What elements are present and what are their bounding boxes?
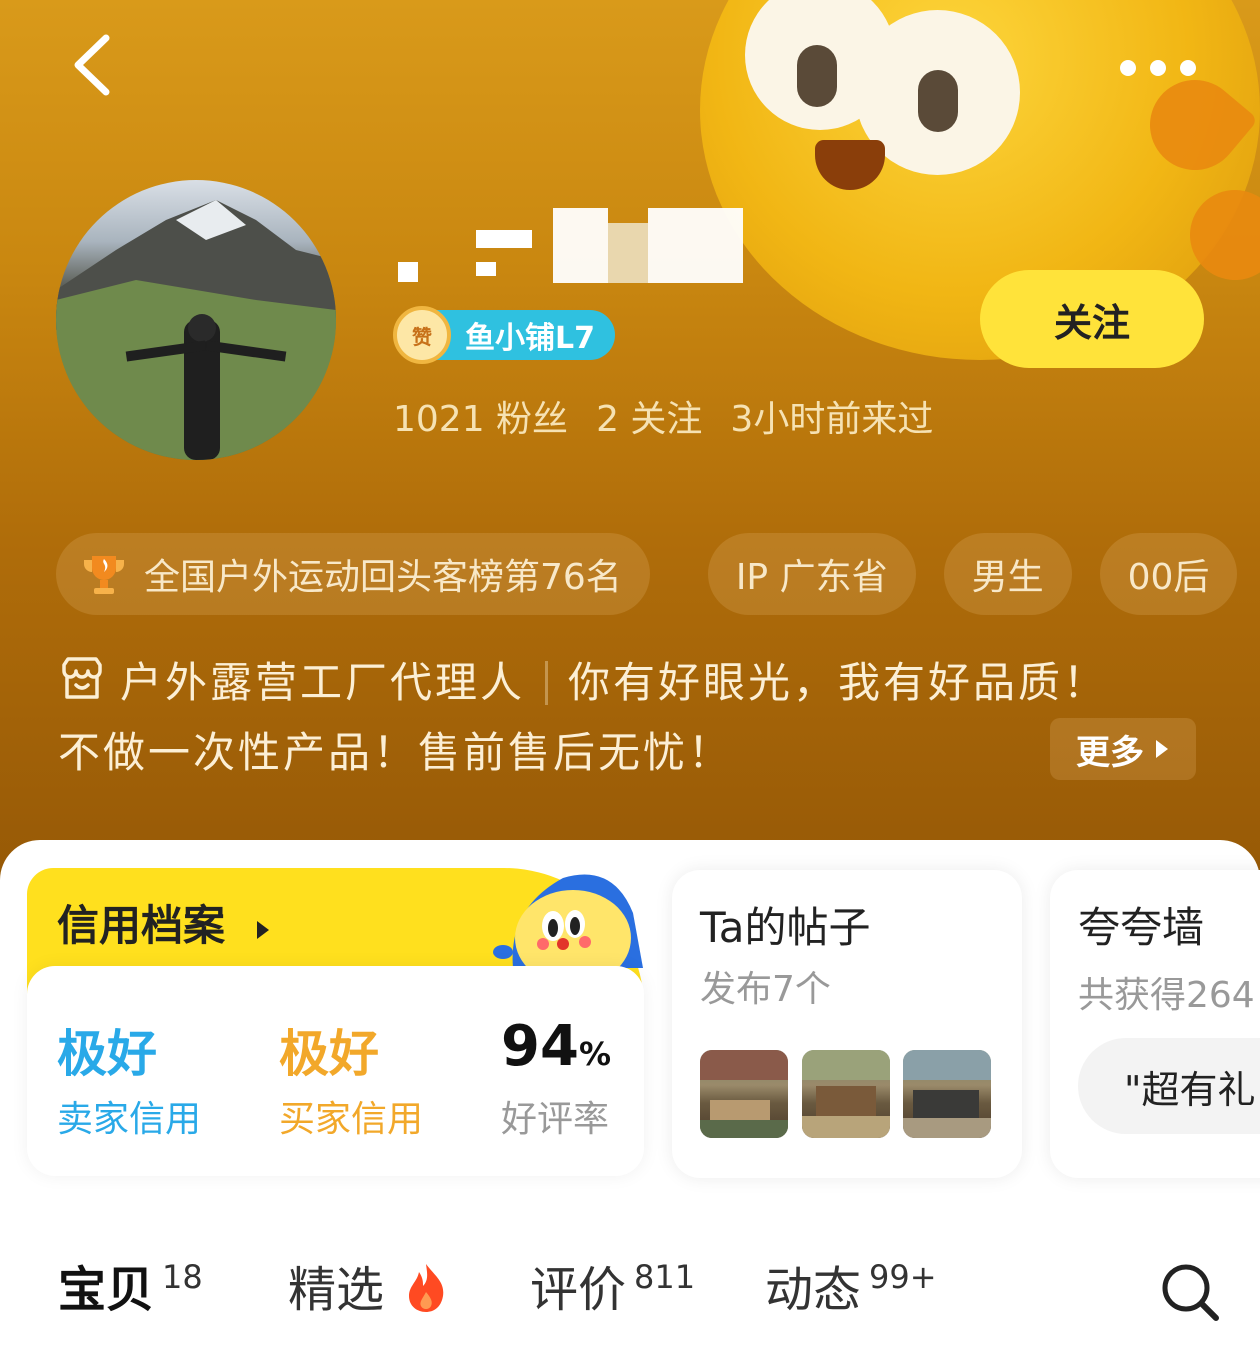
post-thumbnail[interactable] [802,1050,890,1138]
more-dots-icon[interactable] [1120,50,1210,86]
credit-details: 极好 卖家信用 极好 买家信用 94% 好评率 [27,966,644,1176]
tag-ranking[interactable]: 全国户外运动回头客榜第76名 [56,533,650,615]
tab-items[interactable]: 宝贝 18 [58,1250,203,1320]
tag-label: 男生 [971,557,1044,598]
praise-wall-card[interactable]: 夸夸墙 共获得264 "超有礼 [1050,870,1260,1178]
praise-title: 夸夸墙 [1078,903,1205,952]
mascot-pupil [797,45,837,107]
good-rate-label: 好评率 [501,1099,610,1140]
search-icon[interactable] [1160,1262,1220,1322]
tag-age[interactable]: 00后 [1099,533,1238,615]
buyer-credit-label: 买家信用 [279,1099,424,1140]
praise-quote: "超有礼 [1078,1038,1260,1134]
fire-icon [409,1264,444,1312]
profile-stats: 1021 粉丝 2 关注 3小时前来过 [393,390,961,442]
seller-credit-value: 极好 [57,1025,157,1083]
good-rate-value: 94% [501,1014,611,1079]
tab-featured[interactable]: 精选 [288,1250,447,1320]
profile-bio: 户外露营工厂代理人 你有好眼光，我有好品质！ 不做一次性产品！售前售后无忧！ [58,648,1198,788]
seller-level-badge[interactable]: 赞 鱼小铺L7 [393,306,615,364]
caret-right-icon [1156,740,1168,758]
tag-label: 00后 [1127,557,1210,598]
praise-count: 共获得264 [1078,975,1255,1016]
zan-icon: 赞 [393,306,451,364]
credit-title: 信用档案 [57,892,272,953]
fans-count[interactable]: 1021 粉丝 [393,399,568,440]
level-label: 鱼小铺L7 [431,310,615,360]
trophy-icon [84,556,124,594]
last-seen: 3小时前来过 [730,399,934,440]
posts-title: Ta的帖子 [700,903,871,952]
mascot-fish-icon [493,874,643,968]
avatar-photo [56,200,336,460]
tag-label: IP 广东省 [735,557,888,598]
profile-tags: 全国户外运动回头客榜第76名 IP 广东省 男生 00后 [56,533,1238,615]
profile-tabs: 宝贝 18 精选 评价 811 动态 99+ [0,1240,1260,1340]
bio-title: 户外露营工厂代理人 [120,658,526,707]
chevron-left-icon[interactable] [60,30,130,100]
credit-card[interactable]: 信用档案 极好 卖家信用 极好 买家信用 94% 好评率 [27,868,644,1178]
post-thumbnail[interactable] [700,1050,788,1138]
following-count[interactable]: 2 关注 [596,399,702,440]
tag-ip[interactable]: IP 广东省 [707,533,916,615]
tag-gender[interactable]: 男生 [943,533,1072,615]
posts-count: 发布7个 [700,969,831,1010]
tag-label: 全国户外运动回头客榜第76名 [144,557,622,598]
post-thumbnail[interactable] [903,1050,991,1138]
tab-reviews[interactable]: 评价 811 [530,1250,695,1320]
bio-more-button[interactable]: 更多 [1050,718,1196,780]
bio-slogan: 你有好眼光，我有好品质！ [568,658,1109,707]
tab-activity[interactable]: 动态 99+ [765,1250,937,1320]
seller-credit-label: 卖家信用 [57,1099,202,1140]
buyer-credit-value: 极好 [279,1025,379,1083]
mascot-pupil [918,70,958,132]
avatar[interactable] [56,180,336,460]
username-redacted [398,208,743,288]
shop-icon [62,657,102,699]
more-label: 更多 [1076,732,1144,773]
divider [545,661,549,705]
bio-line2: 不做一次性产品！售前售后无忧！ [58,728,734,777]
caret-right-icon [256,921,269,939]
follow-button[interactable]: 关注 [980,270,1204,368]
posts-card[interactable]: Ta的帖子 发布7个 [672,870,1022,1178]
